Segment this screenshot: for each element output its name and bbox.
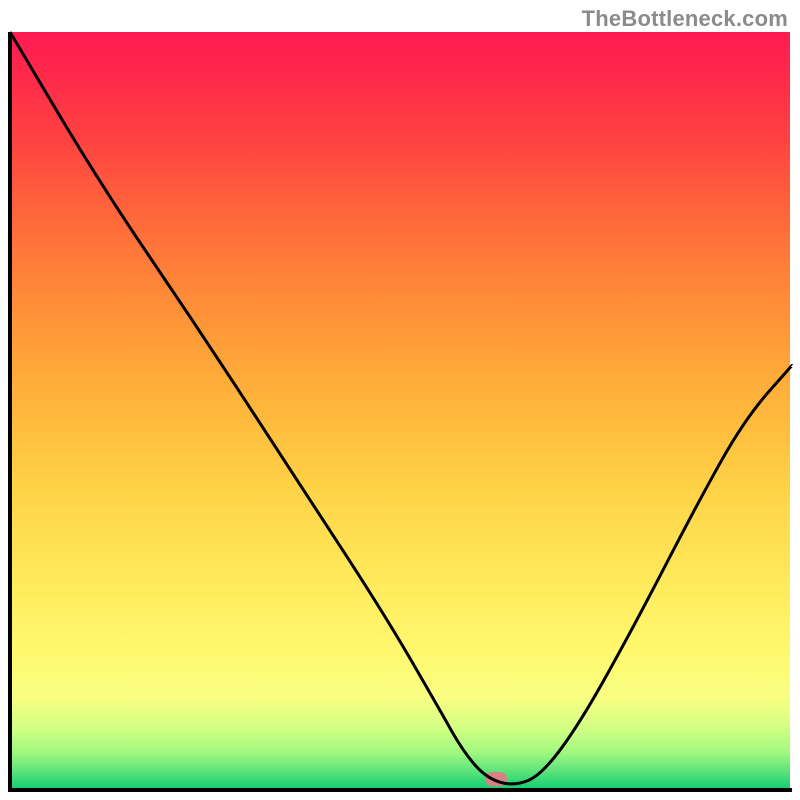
axes-frame — [8, 32, 792, 792]
plot-area — [8, 32, 792, 792]
watermark-text: TheBottleneck.com — [582, 6, 788, 32]
